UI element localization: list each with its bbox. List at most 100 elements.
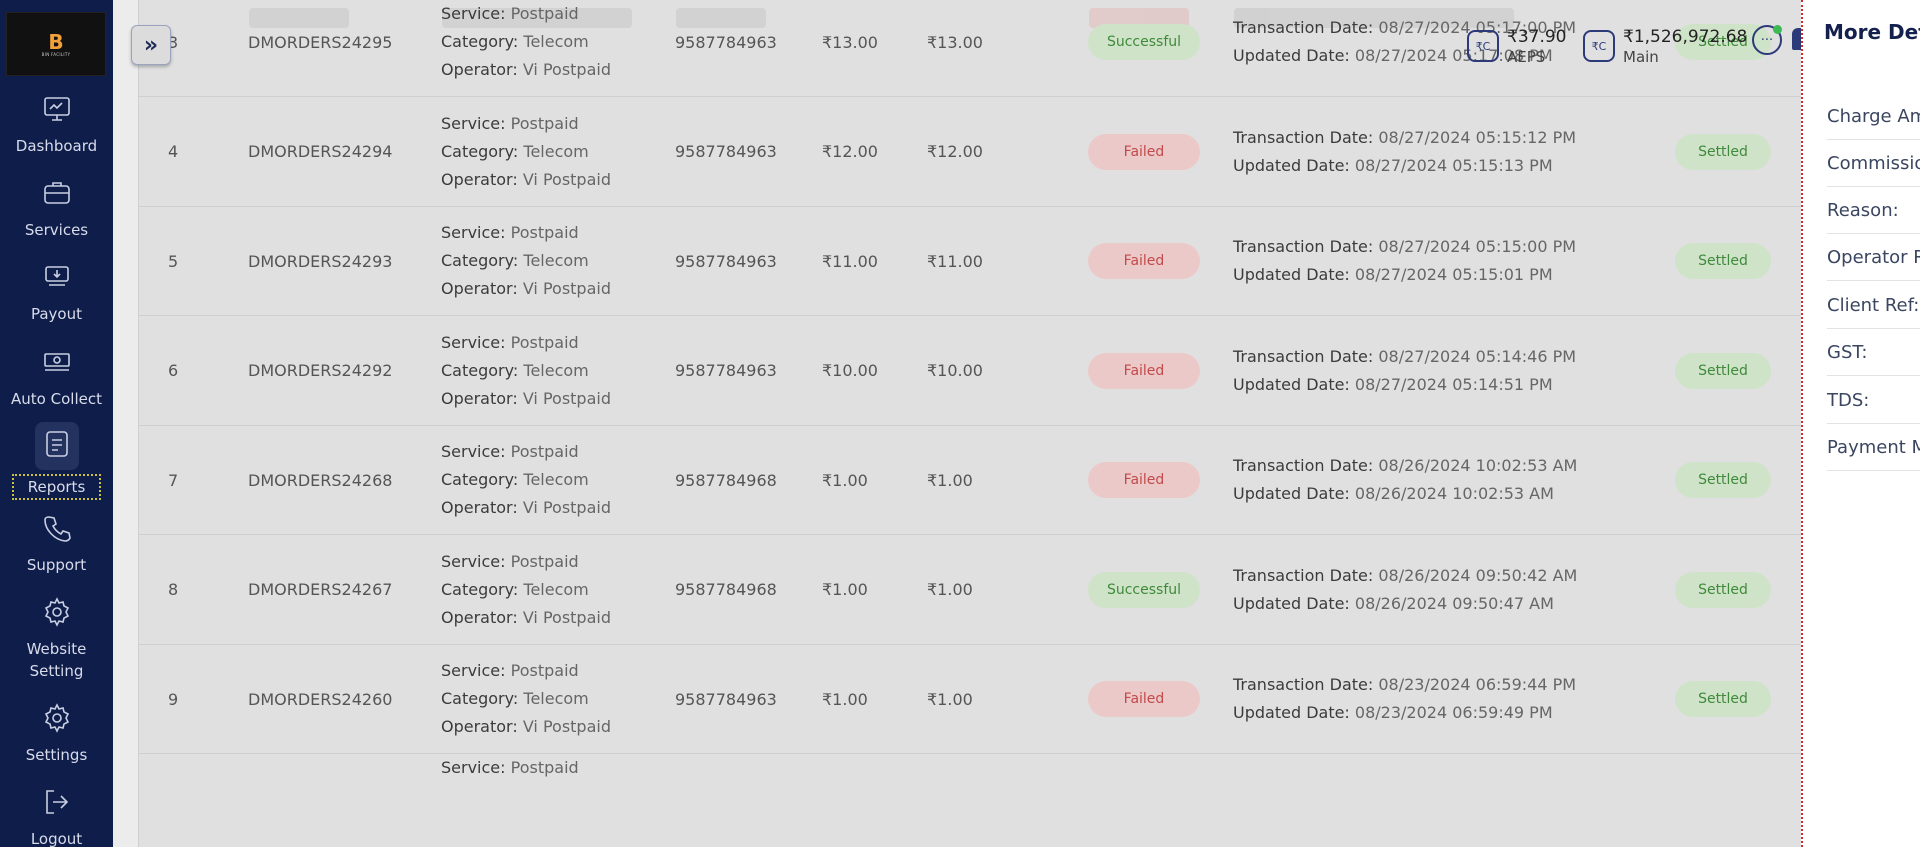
table-row-partial[interactable]: Service: Postpaid [138,754,1801,847]
sidebar-item-auto-collect[interactable]: Auto Collect [0,346,113,410]
transaction-date-value: 08/27/2024 05:14:46 PM [1378,346,1577,366]
main-label: Main [1623,48,1659,66]
date-info: Transaction Date: 08/26/2024 10:02:53 AM… [1233,425,1577,535]
service-info: Service: Postpaid Category: Telecom Operat… [441,97,611,207]
table-row[interactable]: 7 DMORDERS24268 Service: Postpaid Category:… [138,425,1801,535]
operator-value: Vi Postpaid [522,498,611,517]
category-value: Telecom [523,470,589,489]
gear-icon [41,596,73,632]
row-number: 6 [168,361,179,380]
category-label: Category: [441,32,519,51]
table-row[interactable]: 4 DMORDERS24294 Service: Postpaid Category:… [138,97,1801,207]
cash-icon [41,346,73,382]
wallet-icon: ₹C [1583,30,1615,62]
order-id: DMORDERS24260 [248,689,393,709]
row-number: 9 [168,689,179,709]
aeps-label: AEPS [1507,48,1546,66]
service-label: Service: [441,442,506,461]
category-value: Telecom [523,251,589,270]
service-value: Postpaid [510,551,579,571]
phone-number: 9587784963 [675,251,777,271]
more-details-drawer: More Details Charge Amount Commission Re… [1801,0,1920,847]
sidebar-item-label: Reports [11,474,102,500]
amount: ₹1.00 [822,689,868,709]
detail-charge-amount: Charge Amount [1827,93,1920,140]
brand-logo[interactable]: B BIN FACILITY [6,12,106,76]
aeps-wallet[interactable]: ₹C ₹37.90 AEPS [1467,26,1566,70]
service-value: Postpaid [510,442,579,461]
service-info: Service: Postpaid Category: Telecom Operat… [441,316,611,426]
detail-gst: GST: [1827,329,1920,376]
sidebar-item-website-setting[interactable]: Website Setting [0,596,113,682]
table-row[interactable]: 6 DMORDERS24292 Service: Postpaid Category:… [138,316,1801,426]
category-value: Telecom [523,141,589,161]
updated-date-value: 08/27/2024 05:15:13 PM [1354,155,1553,175]
operator-label: Operator: [441,498,518,517]
service-value: Postpaid [510,223,579,242]
table-row[interactable]: 8 DMORDERS24267 Service: Postpaid Category:… [138,535,1801,645]
operator-value: Vi Postpaid [522,169,611,189]
date-info: Transaction Date: 08/27/2024 05:14:46 PM… [1233,316,1576,426]
sidebar-item-logout[interactable]: Logout [0,786,113,847]
expand-sidebar-button[interactable]: » [131,25,171,65]
sidebar-item-settings[interactable]: Settings [0,702,113,766]
row-number: 4 [168,142,179,161]
net-amount: ₹1.00 [927,470,973,490]
main-wallet[interactable]: ₹C ₹1,526,972.68 Main [1583,26,1747,70]
category-label: Category: [441,251,519,270]
updated-date-label: Updated Date: [1233,374,1350,394]
amount: ₹12.00 [822,142,878,161]
sidebar-item-reports[interactable]: Reports [0,422,113,500]
service-value: Postpaid [510,661,579,680]
aeps-balance: ₹37.90 [1507,27,1567,47]
service-value: Postpaid [510,113,579,133]
amount: ₹13.00 [822,32,878,52]
net-amount: ₹11.00 [927,251,983,271]
chat-icon[interactable]: ··· [1752,25,1782,55]
phone-number: 9587784968 [675,580,777,599]
updated-date-value: 08/27/2024 05:15:01 PM [1354,265,1553,284]
updated-date-value: 08/26/2024 09:50:47 AM [1354,593,1554,613]
amount: ₹11.00 [822,251,878,271]
updated-date-label: Updated Date: [1233,703,1350,722]
sidebar-item-dashboard[interactable]: Dashboard [0,93,113,157]
row-number: 8 [168,580,179,599]
operator-label: Operator: [441,388,518,408]
operator-value: Vi Postpaid [522,60,611,79]
phone-number: 9587784968 [675,470,777,490]
operator-value: Vi Postpaid [522,717,611,736]
service-value: Postpaid [510,4,579,23]
updated-date-label: Updated Date: [1233,593,1350,613]
status-badge: Failed [1088,462,1200,498]
phone-number: 9587784963 [675,32,777,52]
settlement-badge: Settled [1675,681,1771,717]
sidebar-item-support[interactable]: Support [0,512,113,576]
category-value: Telecom [523,689,589,708]
table-row[interactable]: 5 DMORDERS24293 Service: Postpaid Category:… [138,206,1801,316]
sidebar: B BIN FACILITY Dashboard Services Payout… [0,0,113,847]
sidebar-item-services[interactable]: Services [0,177,113,241]
detail-client-ref: Client Ref: [1827,282,1920,329]
detail-tds: TDS: [1827,377,1920,424]
transaction-date-label: Transaction Date: [1233,237,1374,256]
sidebar-item-label: Website Setting [26,640,87,680]
service-label: Service: [441,223,506,242]
operator-label: Operator: [441,60,518,79]
updated-date-value: 08/23/2024 06:59:49 PM [1354,703,1553,722]
date-info: Transaction Date: 08/27/2024 05:15:12 PM… [1233,97,1576,207]
operator-value: Vi Postpaid [522,279,611,298]
table-row[interactable]: 9 DMORDERS24260 Service: Postpaid Category:… [138,644,1801,754]
sidebar-item-payout[interactable]: Payout [0,261,113,325]
service-value: Postpaid [510,757,579,777]
sidebar-item-label: Dashboard [15,137,98,155]
status-badge: Failed [1088,352,1200,389]
order-id: DMORDERS24267 [248,580,393,599]
service-label: Service: [441,661,506,680]
updated-date-value: 08/26/2024 10:02:53 AM [1354,484,1554,503]
service-info: Service: Postpaid Category: Telecom Operat… [441,535,611,645]
row-number: 7 [168,470,179,490]
date-info: Transaction Date: 08/27/2024 05:15:00 PM… [1233,206,1576,316]
date-info: Transaction Date: 08/23/2024 06:59:44 PM… [1233,644,1576,754]
category-label: Category: [441,470,519,489]
amount: ₹1.00 [822,580,868,599]
